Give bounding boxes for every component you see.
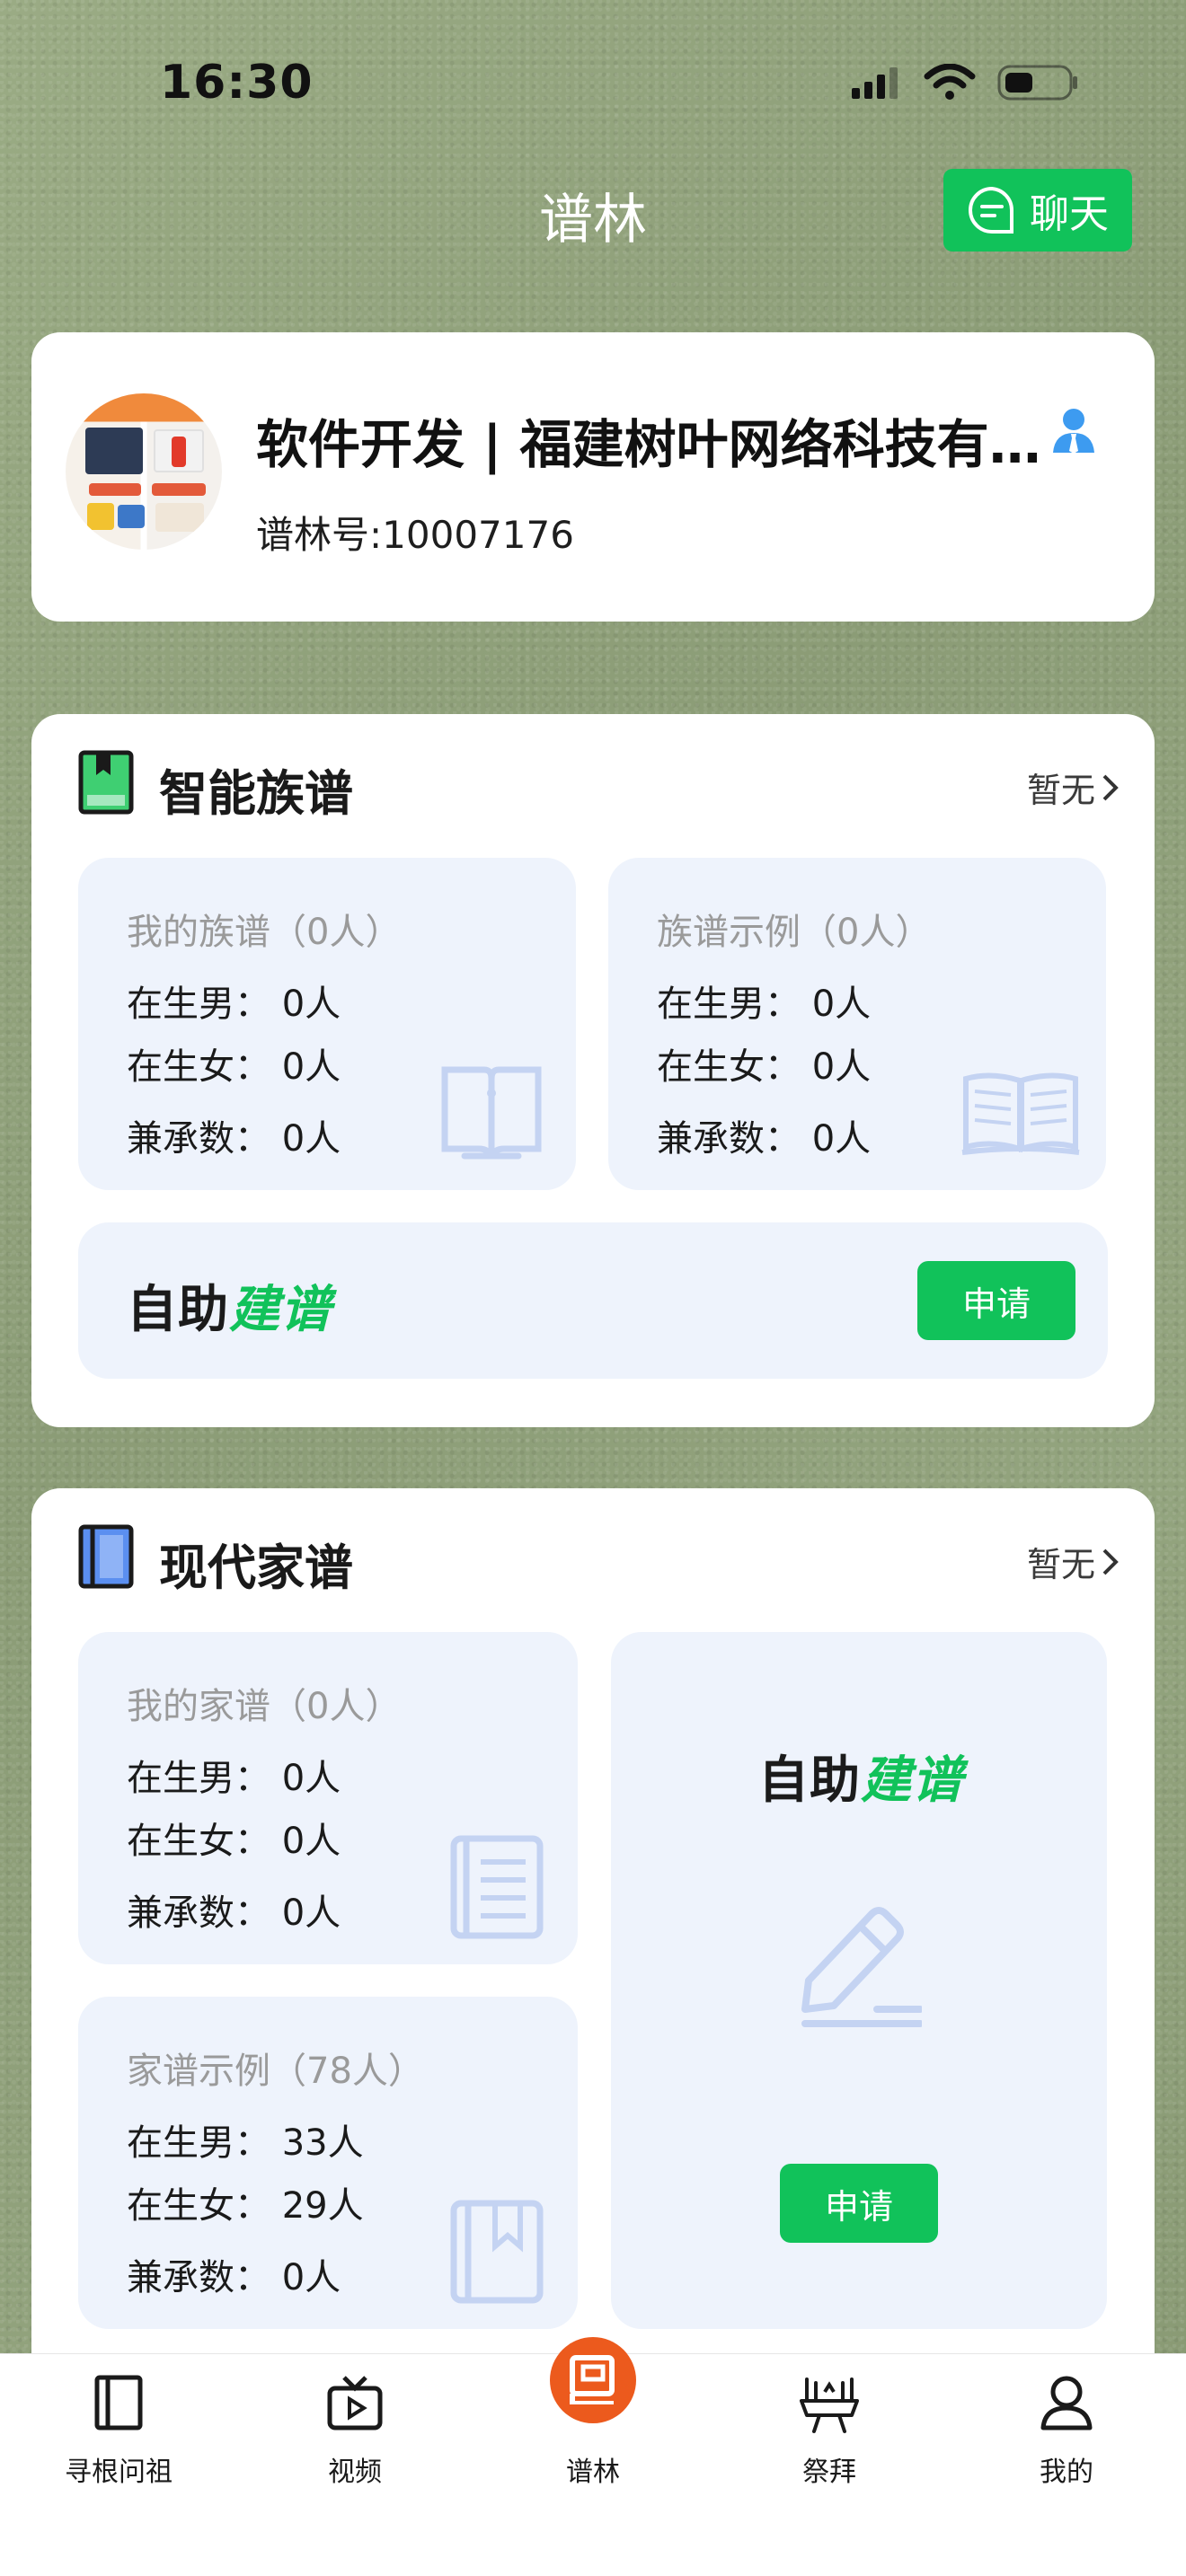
living-female: 在生女： 0人: [127, 1821, 341, 1862]
user-icon: [1040, 2376, 1093, 2430]
box-heading: 我的族谱（0人）: [127, 912, 402, 953]
person-icon[interactable]: [1051, 406, 1096, 454]
tab-worship[interactable]: 祭拜: [748, 2354, 910, 2498]
wifi-icon: [924, 64, 976, 100]
green-book-icon: [78, 750, 134, 815]
tab-video[interactable]: 视频: [274, 2354, 436, 2498]
genealogy-example-box[interactable]: 族谱示例（0人） 在生男： 0人 在生女： 0人 兼承数： 0人: [608, 858, 1106, 1190]
status-time: 16:30: [160, 56, 314, 110]
self-build-logo: 自助建谱: [758, 1751, 963, 1810]
living-male: 在生男： 0人: [657, 984, 872, 1025]
inherit-count: 兼承数： 0人: [657, 1118, 872, 1160]
chevron-right-icon: [1102, 774, 1119, 800]
section-more-link[interactable]: 暂无: [1027, 1537, 1120, 1586]
self-build-panel: 自助建谱 申请: [611, 1632, 1107, 2329]
my-genealogy-box[interactable]: 我的族谱（0人） 在生男： 0人 在生女： 0人 兼承数： 0人: [78, 858, 576, 1190]
section-title: 现代家谱: [159, 1539, 353, 1596]
living-male: 在生男： 0人: [127, 1758, 341, 1799]
box-heading: 家谱示例（78人）: [127, 2051, 424, 2092]
living-male: 在生男： 33人: [127, 2122, 364, 2164]
blue-book-icon: [78, 1524, 134, 1589]
chat-button-label: 聊天: [1030, 191, 1109, 237]
profile-card[interactable]: 软件开发 | 福建树叶网络科技有限公司 谱林号:10007176: [31, 332, 1155, 622]
edit-pencil-icon: [801, 1907, 922, 2027]
open-book-icon: [961, 1072, 1080, 1155]
worship-icon: [800, 2378, 859, 2433]
section-more-label: 暂无: [1026, 1545, 1095, 1584]
chat-bubble-icon: [969, 186, 1014, 234]
chevron-right-icon: [1102, 1548, 1119, 1575]
living-female: 在生女： 0人: [127, 1046, 341, 1088]
self-build-logo: 自助建谱: [127, 1281, 332, 1339]
book-icon: [94, 2375, 143, 2430]
pulin-logo-mark: [570, 2355, 615, 2404]
box-heading: 我的家谱（0人）: [127, 1686, 402, 1727]
bookmark-book-icon: [450, 2200, 544, 2304]
living-male: 在生男： 0人: [127, 984, 341, 1025]
smart-genealogy-card: 智能族谱 暂无 我的族谱（0人） 在生男： 0人 在生女： 0人 兼承数： 0人…: [31, 714, 1155, 1427]
tab-mine[interactable]: 我的: [986, 2354, 1147, 2498]
apply-button[interactable]: 申请: [780, 2164, 938, 2243]
inherit-count: 兼承数： 0人: [127, 1118, 341, 1160]
my-family-tree-box[interactable]: 我的家谱（0人） 在生男： 0人 在生女： 0人 兼承数： 0人: [78, 1632, 578, 1964]
avatar[interactable]: [66, 393, 222, 550]
tv-icon: [327, 2376, 383, 2430]
inherit-count: 兼承数： 0人: [127, 1892, 341, 1934]
inherit-count: 兼承数： 0人: [127, 2257, 341, 2298]
living-female: 在生女： 0人: [657, 1046, 872, 1088]
section-more-link[interactable]: 暂无: [1027, 763, 1120, 812]
profile-name: 软件开发 | 福建树叶网络科技有限公司: [256, 414, 1047, 475]
chat-button[interactable]: 聊天: [943, 169, 1132, 251]
profile-id: 谱林号:10007176: [256, 513, 574, 557]
status-icons: [850, 63, 1080, 102]
open-book-icon: [441, 1066, 542, 1160]
box-heading: 族谱示例（0人）: [657, 912, 932, 953]
signal-icon: [852, 67, 898, 99]
living-female: 在生女： 29人: [127, 2185, 364, 2227]
pulin-logo-icon[interactable]: [550, 2337, 636, 2423]
status-bar: 16:30: [0, 0, 1186, 171]
apply-button[interactable]: 申请: [917, 1261, 1075, 1340]
tab-root-search[interactable]: 寻根问祖: [38, 2354, 199, 2498]
self-build-banner: 自助建谱 申请: [78, 1222, 1108, 1379]
family-tree-example-box[interactable]: 家谱示例（78人） 在生男： 33人 在生女： 29人 兼承数： 0人: [78, 1997, 578, 2329]
section-more-label: 暂无: [1026, 771, 1095, 810]
document-book-icon: [450, 1835, 544, 1939]
section-title: 智能族谱: [159, 765, 353, 822]
battery-icon: [997, 65, 1077, 101]
